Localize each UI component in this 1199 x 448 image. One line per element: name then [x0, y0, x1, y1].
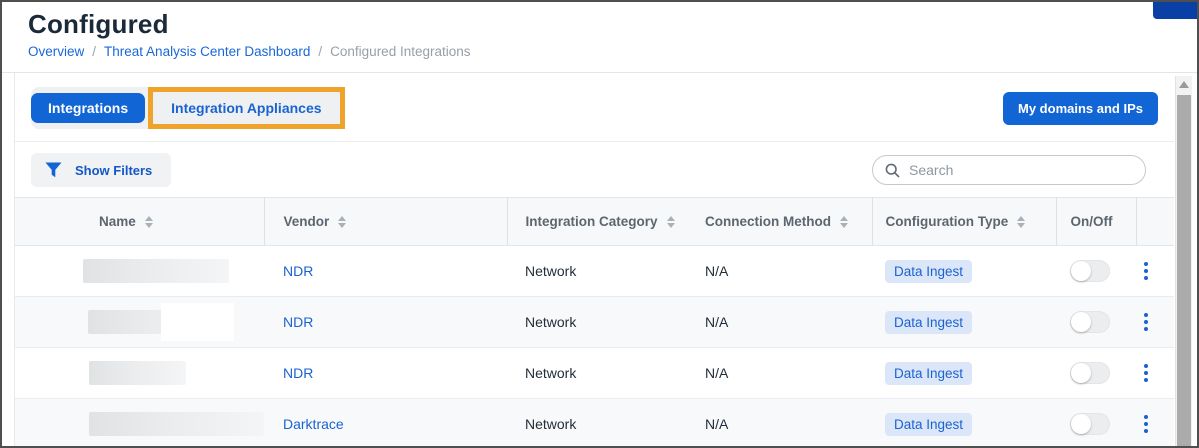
connection-method-cell: N/A — [688, 348, 872, 399]
tab-integrations[interactable]: Integrations — [31, 93, 145, 123]
app-window: Configured Overview / Threat Analysis Ce… — [0, 0, 1199, 448]
scrollbar-thumb[interactable] — [1177, 95, 1191, 446]
integration-category-cell: Network — [507, 348, 688, 399]
row-menu-button[interactable] — [1138, 262, 1154, 280]
redacted-name — [83, 259, 229, 283]
table-row: NDR Network N/A Data Ingest — [15, 348, 1174, 399]
sort-arrows-icon[interactable] — [667, 216, 675, 228]
sort-arrows-icon[interactable] — [1017, 216, 1025, 228]
config-type-badge[interactable]: Data Ingest — [885, 260, 972, 283]
row-menu-button[interactable] — [1138, 364, 1154, 382]
content-card: Integrations Integration Appliances My d… — [14, 73, 1174, 448]
filter-icon — [45, 162, 62, 178]
table-row: NDR Network N/A Data Ingest — [15, 297, 1174, 348]
integration-category-cell: Network — [507, 246, 688, 297]
connection-method-cell: N/A — [688, 297, 872, 348]
table-header-row: Name Vendor Integration Category Connect… — [15, 198, 1174, 246]
integrations-table: Name Vendor Integration Category Connect… — [15, 197, 1174, 448]
redacted-name — [89, 361, 186, 385]
vendor-link[interactable]: NDR — [283, 365, 313, 381]
column-header-configuration-type[interactable]: Configuration Type — [872, 198, 1056, 246]
toggle-knob — [1071, 312, 1091, 332]
config-type-badge[interactable]: Data Ingest — [885, 311, 972, 334]
vertical-scrollbar[interactable] — [1175, 76, 1192, 446]
config-type-badge[interactable]: Data Ingest — [885, 413, 972, 436]
row-menu-button[interactable] — [1138, 415, 1154, 433]
connection-method-cell: N/A — [688, 246, 872, 297]
table-row: NDR Network N/A Data Ingest — [15, 246, 1174, 297]
page-header: Configured Overview / Threat Analysis Ce… — [2, 2, 1197, 73]
filter-row: Show Filters — [15, 141, 1174, 197]
toggle-knob — [1071, 363, 1091, 383]
on-off-toggle[interactable] — [1070, 362, 1110, 384]
table-body: NDR Network N/A Data Ingest NDR Network … — [15, 246, 1174, 448]
search-box[interactable] — [872, 155, 1146, 185]
show-filters-button[interactable]: Show Filters — [31, 153, 171, 187]
config-type-badge[interactable]: Data Ingest — [885, 362, 972, 385]
row-menu-button[interactable] — [1138, 313, 1154, 331]
column-header-actions — [1136, 198, 1174, 246]
sort-arrows-icon[interactable] — [145, 216, 153, 228]
vendor-link[interactable]: NDR — [283, 263, 313, 279]
integration-category-cell: Network — [507, 399, 688, 448]
column-header-name[interactable]: Name — [15, 198, 264, 246]
redacted-name — [89, 412, 264, 436]
vendor-link[interactable]: NDR — [283, 314, 313, 330]
tab-integration-appliances[interactable]: Integration Appliances — [154, 93, 338, 123]
redaction-patch — [161, 303, 234, 341]
integration-category-cell: Network — [507, 297, 688, 348]
on-off-toggle[interactable] — [1070, 260, 1110, 282]
breadcrumb: Overview / Threat Analysis Center Dashbo… — [28, 44, 1197, 59]
annotation-highlight-box: Integration Appliances — [148, 87, 344, 129]
breadcrumb-link-overview[interactable]: Overview — [28, 44, 84, 59]
column-header-onoff: On/Off — [1056, 198, 1136, 246]
on-off-toggle[interactable] — [1070, 311, 1110, 333]
up-arrow-icon — [1179, 81, 1189, 88]
search-icon — [885, 163, 900, 178]
sort-arrows-icon[interactable] — [840, 216, 848, 228]
redacted-name — [88, 310, 233, 334]
sort-arrows-icon[interactable] — [338, 216, 346, 228]
scrollbar-up-arrow[interactable] — [1176, 76, 1192, 93]
breadcrumb-current: Configured Integrations — [330, 44, 470, 59]
search-input[interactable] — [909, 162, 1133, 178]
top-right-partial-button[interactable] — [1153, 2, 1197, 19]
my-domains-button[interactable]: My domains and IPs — [1003, 92, 1158, 125]
breadcrumb-link-dashboard[interactable]: Threat Analysis Center Dashboard — [104, 44, 310, 59]
column-header-vendor[interactable]: Vendor — [264, 198, 507, 246]
toggle-knob — [1071, 261, 1091, 281]
vendor-link[interactable]: Darktrace — [283, 416, 344, 432]
show-filters-label: Show Filters — [75, 163, 152, 178]
toggle-knob — [1071, 414, 1091, 434]
tab-group: Integrations Integration Appliances — [31, 87, 345, 129]
column-header-integration-category[interactable]: Integration Category — [507, 198, 688, 246]
breadcrumb-separator: / — [318, 44, 322, 59]
connection-method-cell: N/A — [688, 399, 872, 448]
column-header-connection-method[interactable]: Connection Method — [688, 198, 872, 246]
table-row: Darktrace Network N/A Data Ingest — [15, 399, 1174, 448]
page-title: Configured — [28, 9, 1197, 40]
tabs-row: Integrations Integration Appliances My d… — [15, 73, 1174, 141]
breadcrumb-separator: / — [92, 44, 96, 59]
on-off-toggle[interactable] — [1070, 413, 1110, 435]
